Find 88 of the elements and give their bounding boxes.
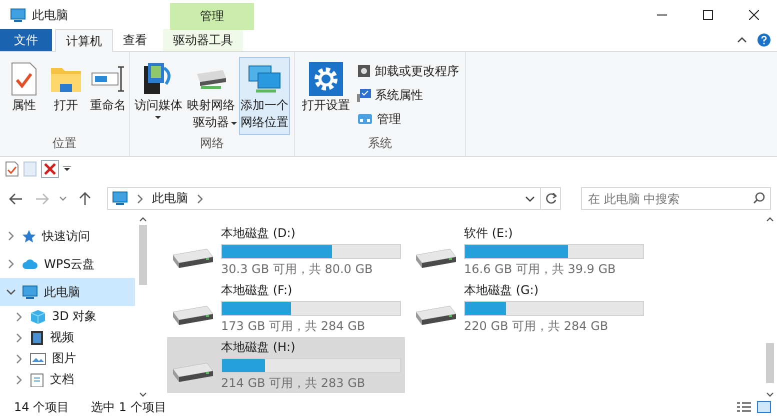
item-count: 14 个项目 [14, 398, 70, 416]
hard-drive-icon [414, 247, 458, 269]
chevron-icon[interactable] [6, 231, 16, 241]
search-field[interactable]: 在 此电脑 中搜索 [581, 187, 771, 210]
drive-tile[interactable]: 软件 (E:) 16.6 GB 可用，共 39.9 GB [410, 223, 648, 279]
close-icon [749, 10, 759, 20]
ribbon-button[interactable]: 卸载或更改程序 [355, 60, 461, 82]
ribbon-tab[interactable]: 文件 [0, 29, 52, 51]
scrollbar-thumb[interactable] [766, 343, 774, 383]
chevron-icon[interactable] [6, 259, 16, 269]
ribbon-button[interactable]: 重命名 [88, 57, 128, 135]
drive-tile[interactable]: 本地磁盘 (G:) 220 GB 可用，共 284 GB [410, 280, 648, 336]
scroll-up-icon[interactable] [766, 216, 774, 222]
tree-item[interactable]: 3D 对象 [0, 306, 135, 327]
document-icon [30, 372, 44, 386]
expanded-chevron-icon[interactable] [6, 287, 16, 297]
refresh-icon[interactable] [544, 192, 556, 204]
computer-icon [10, 8, 26, 22]
network-drive-icon [195, 68, 228, 90]
ribbon-button[interactable]: 添加一个网络位置 [239, 57, 290, 135]
ribbon-button[interactable]: 属性 [4, 57, 44, 135]
details-view-icon[interactable] [737, 401, 751, 413]
large-icons-view-icon[interactable] [757, 401, 771, 413]
image-icon [30, 352, 46, 364]
chevron-icon[interactable] [14, 354, 24, 364]
group-label: 系统 [367, 135, 393, 152]
ribbon-button[interactable]: 管理 [355, 108, 461, 130]
scroll-up-icon[interactable] [138, 216, 146, 222]
hard-drive-icon [414, 304, 458, 326]
up-arrow-icon[interactable] [79, 192, 92, 206]
properties-icon [10, 62, 38, 96]
tree-item[interactable]: 图片 [0, 348, 135, 369]
ribbon-tab[interactable]: 驱动器工具 [163, 29, 243, 51]
drive-tile[interactable]: 本地磁盘 (F:) 173 GB 可用，共 284 GB [167, 280, 405, 336]
system-properties-icon [357, 88, 371, 102]
chevron-icon[interactable] [14, 374, 24, 384]
film-icon [30, 330, 44, 346]
search-icon[interactable] [753, 192, 765, 204]
breadcrumb[interactable]: 此电脑 [152, 190, 188, 207]
maximize-icon [703, 10, 713, 20]
delete-icon[interactable] [41, 160, 59, 178]
collapse-ribbon-icon[interactable] [737, 35, 747, 45]
help-icon[interactable] [757, 33, 771, 47]
group-label: 位置 [52, 135, 78, 152]
star-icon [22, 229, 36, 243]
tree-item[interactable]: 快速访问 [0, 222, 135, 250]
hard-drive-icon [171, 361, 215, 383]
tree-item[interactable]: WPS云盘 [0, 250, 135, 278]
selection-count: 选中 1 个项目 [91, 398, 166, 416]
tree-item[interactable]: 此电脑 [0, 278, 135, 306]
hard-drive-icon [171, 304, 215, 326]
properties-icon[interactable] [5, 161, 19, 177]
ribbon-tab[interactable]: 计算机 [55, 29, 113, 52]
scroll-down-icon[interactable] [138, 392, 146, 398]
tree-item[interactable]: 视频 [0, 327, 135, 348]
ribbon-button[interactable]: 映射网络驱动器 [184, 57, 238, 135]
hard-drive-icon [171, 247, 215, 269]
gear-icon [309, 62, 343, 96]
computer-icon [22, 284, 38, 300]
computer-icon [112, 191, 128, 206]
ribbon-button[interactable]: 打开设置 [299, 57, 353, 135]
window-title: 此电脑 [32, 6, 68, 24]
chevron-icon[interactable] [14, 332, 24, 342]
cloud-icon [22, 258, 38, 270]
manage-icon [357, 112, 373, 126]
customize-toolbar-icon[interactable] [63, 166, 71, 172]
drive-tile[interactable]: 本地磁盘 (D:) 30.3 GB 可用，共 80.0 GB [167, 223, 405, 279]
scrollbar-thumb[interactable] [138, 225, 146, 285]
ribbon-button[interactable]: 系统属性 [355, 84, 461, 106]
chevron-icon [136, 194, 144, 204]
back-arrow-icon[interactable] [8, 192, 23, 204]
recent-locations-icon[interactable] [59, 196, 68, 202]
chevron-icon[interactable] [14, 312, 24, 322]
network-monitors-icon [248, 64, 282, 94]
ribbon-tab[interactable]: 查看 [113, 29, 157, 51]
ribbon-button[interactable]: 打开 [46, 57, 86, 135]
scroll-down-icon[interactable] [766, 392, 774, 398]
context-tab-header: 管理 [170, 3, 254, 30]
dropdown-icon[interactable] [525, 194, 535, 202]
group-label: 网络 [199, 135, 225, 152]
uninstall-icon [357, 64, 371, 78]
chevron-icon[interactable] [196, 194, 204, 204]
drive-tile[interactable]: 本地磁盘 (H:) 214 GB 可用，共 283 GB [167, 337, 405, 393]
tree-item[interactable]: 文档 [0, 369, 135, 390]
cube-icon [30, 308, 46, 324]
ribbon-button[interactable]: 访问媒体 [134, 57, 183, 135]
rename-icon [91, 65, 125, 93]
address-field[interactable]: 此电脑 [107, 187, 561, 210]
